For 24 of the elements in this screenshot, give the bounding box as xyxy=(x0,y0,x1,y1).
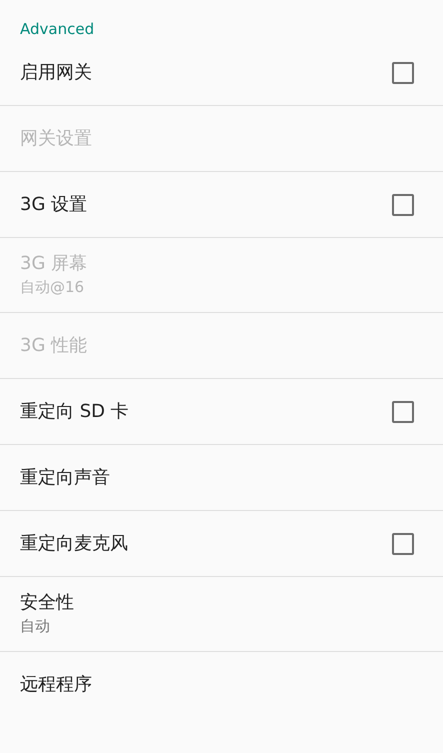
checkbox[interactable] xyxy=(392,62,414,84)
section-title: Advanced xyxy=(19,19,96,40)
preference-row[interactable]: 重定向声音 xyxy=(0,445,443,511)
preference-row[interactable]: 3G 设置 xyxy=(0,172,443,238)
preference-title: 网关设置 xyxy=(20,126,92,150)
preference-title: 3G 性能 xyxy=(20,334,88,358)
preference-title: 3G 设置 xyxy=(20,192,88,216)
checkbox[interactable] xyxy=(392,194,414,216)
preference-title: 重定向声音 xyxy=(20,466,110,490)
checkbox[interactable] xyxy=(392,532,414,554)
preference-title: 安全性 xyxy=(20,591,74,615)
preference-title: 重定向 SD 卡 xyxy=(20,400,129,424)
preference-row[interactable]: 启用网关 xyxy=(0,40,443,106)
preference-title: 远程程序 xyxy=(20,673,92,697)
checkbox[interactable] xyxy=(392,400,414,422)
preference-title: 启用网关 xyxy=(20,60,92,84)
preference-title: 重定向麦克风 xyxy=(20,532,128,556)
preference-row[interactable]: 重定向麦克风 xyxy=(0,511,443,577)
preference-summary: 自动@16 xyxy=(20,277,86,298)
preference-row[interactable]: 安全性 自动 xyxy=(0,577,443,652)
preference-summary: 自动 xyxy=(20,616,51,637)
preference-row[interactable]: 远程程序 xyxy=(0,652,443,718)
preference-title: 3G 屏幕 xyxy=(20,252,88,276)
preference-row[interactable]: 重定向 SD 卡 xyxy=(0,379,443,445)
